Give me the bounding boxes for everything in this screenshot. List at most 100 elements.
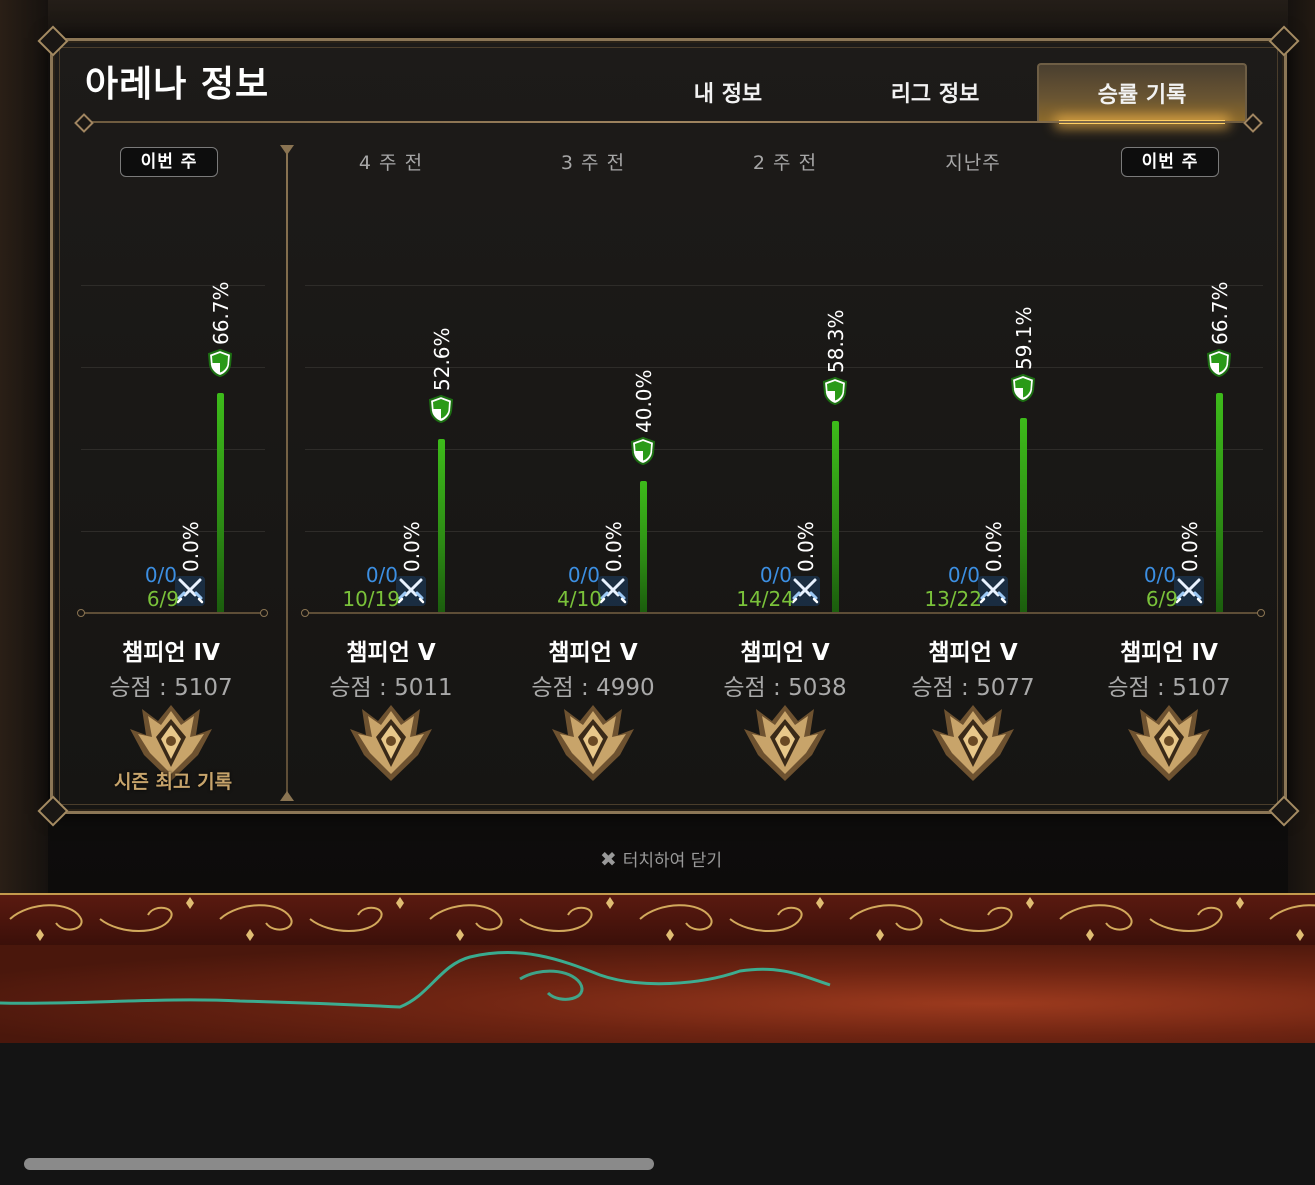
header-divider [79,121,1258,123]
baseline-dot [260,609,268,617]
champion-emblem-icon [932,705,1014,781]
attack-record: 6/9 [146,587,179,611]
attack-win-rate-bar [640,481,647,612]
tier-name: 챔피언 V [346,640,436,666]
tab-label: 승률 기록 [1097,83,1187,108]
column-divider [286,145,288,799]
defense-record: 0/0 [1143,563,1176,587]
tier-score: 승점 : 5107 [109,675,233,701]
tier-name: 챔피언 V [740,640,830,666]
attack-record: 13/22 [924,587,982,611]
tab-bar: 내 정보 리그 정보 승률 기록 [623,63,1249,124]
week-label: 이번 주 [1121,147,1219,177]
attack-win-rate-label: 40.0% [632,369,656,433]
defense-record: 0/0 [567,563,600,587]
arena-info-modal: 아레나 정보 내 정보 리그 정보 승률 기록 이번 주 66.7% 0.0% 0/… [37,25,1300,827]
champion-emblem-icon [350,705,432,781]
game-right-panel [1288,0,1315,893]
tier-score: 승점 : 5011 [329,675,453,701]
grid-line [81,531,265,532]
divider-cap [280,145,294,155]
week-label: 2 주 전 [752,152,818,174]
tier-name: 챔피언 IV [1120,640,1218,666]
attack-win-rate-label: 58.3% [824,309,848,373]
season-best-caption: 시즌 최고 기록 [113,771,233,793]
attack-record: 6/9 [1145,587,1178,611]
defense-win-rate-label: 0.0% [794,521,818,572]
shield-icon [428,394,454,424]
game-left-panel [0,0,48,893]
tier-score: 승점 : 4990 [531,675,655,701]
champion-emblem-icon [552,705,634,781]
horizontal-scrollbar[interactable] [24,1158,654,1170]
tier-score: 승점 : 5107 [1107,675,1231,701]
tab-league-info[interactable]: 리그 정보 [830,63,1040,121]
champion-emblem-icon [744,705,826,781]
crossed-swords-icon [175,576,205,606]
shield-icon [207,348,233,378]
defense-win-rate-label: 0.0% [400,521,424,572]
week-label: 지난주 [945,152,1001,174]
crossed-swords-icon [396,576,426,606]
attack-win-rate-bar [1020,418,1027,612]
week-label: 3 주 전 [560,152,626,174]
ornament-band [0,893,1315,949]
tier-name: 챔피언 IV [122,640,220,666]
close-hint[interactable]: ✖ 터치하여 닫기 [600,846,723,872]
shield-icon [1010,373,1036,403]
grid-line [81,367,265,368]
crossed-swords-icon [598,576,628,606]
divider-cap [280,791,294,801]
defense-win-rate-label: 0.0% [602,521,626,572]
attack-win-rate-bar [438,439,445,612]
week-label: 4 주 전 [358,152,424,174]
close-hint-label: 터치하여 닫기 [622,851,723,871]
attack-record: 10/19 [342,587,400,611]
attack-win-rate-bar [217,393,224,612]
glow-rune-lines [0,951,831,1009]
champion-emblem-icon [1128,705,1210,781]
baseline-dot [301,609,309,617]
attack-win-rate-label: 66.7% [209,281,233,345]
grid-line [305,531,1263,532]
attack-win-rate-bar [832,421,839,612]
game-top-bar [0,0,1315,38]
defense-win-rate-label: 0.0% [982,521,1006,572]
attack-win-rate-label: 52.6% [430,327,454,391]
shield-icon [1206,348,1232,378]
tab-label: 리그 정보 [890,82,980,107]
chart-baseline [305,612,1263,614]
chart-baseline [81,612,265,614]
grid-line [305,449,1263,450]
attack-win-rate-label: 59.1% [1012,306,1036,370]
defense-record: 0/0 [947,563,980,587]
defense-record: 0/0 [759,563,792,587]
grid-line [81,449,265,450]
attack-win-rate-label: 66.7% [1208,281,1232,345]
baseline-dot [77,609,85,617]
crossed-swords-icon [1174,576,1204,606]
baseline-dot [1257,609,1265,617]
defense-win-rate-label: 0.0% [179,521,203,572]
attack-record: 14/24 [736,587,794,611]
defense-win-rate-label: 0.0% [1178,521,1202,572]
crossed-swords-icon [790,576,820,606]
grid-line [81,285,265,286]
ornament-scroll-pattern [9,897,1315,941]
attack-record: 4/10 [557,587,602,611]
crossed-swords-icon [978,576,1008,606]
tab-my-info[interactable]: 내 정보 [623,63,833,121]
defense-record: 0/0 [144,563,177,587]
tab-win-rate-history[interactable]: 승률 기록 [1037,63,1247,124]
close-icon: ✖ [600,846,617,871]
tier-score: 승점 : 5038 [723,675,847,701]
tier-name: 챔피언 V [928,640,1018,666]
shield-icon [822,376,848,406]
modal-title: 아레나 정보 [85,64,270,105]
defense-record: 0/0 [365,563,398,587]
grid-line [305,285,1263,286]
tier-score: 승점 : 5077 [911,675,1035,701]
week-label-best: 이번 주 [120,147,218,177]
lava-background [0,945,1315,1043]
attack-win-rate-bar [1216,393,1223,612]
